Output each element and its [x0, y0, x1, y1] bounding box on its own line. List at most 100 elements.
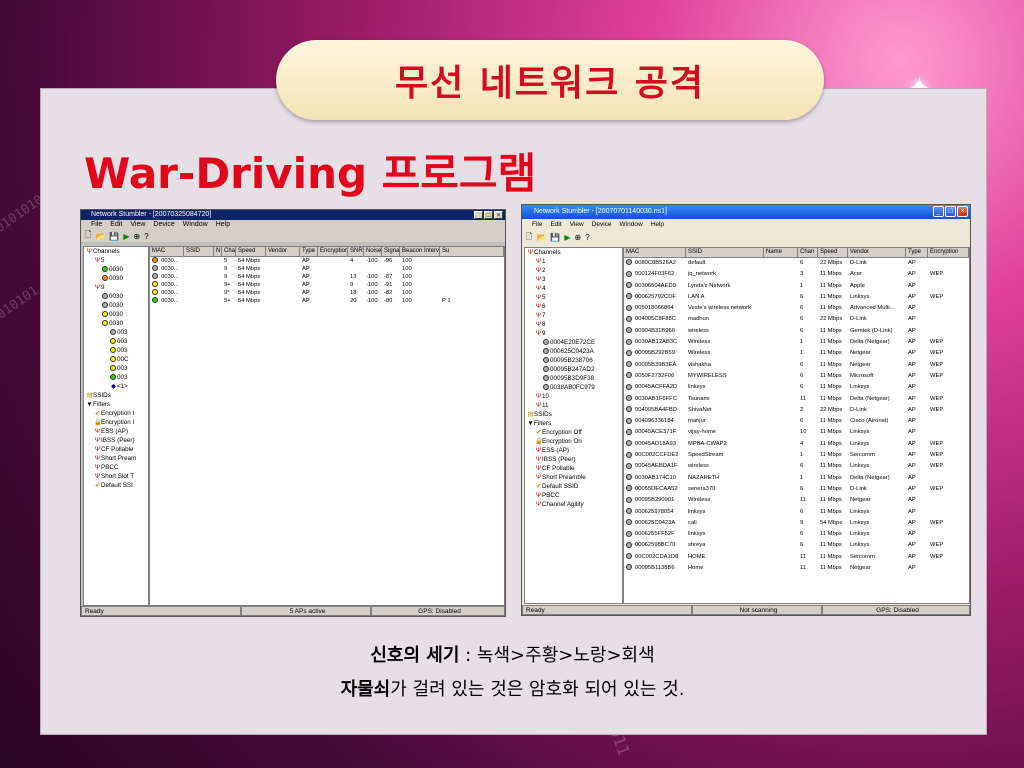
maximize-button[interactable]: □ [945, 206, 956, 217]
table-row[interactable]: 0030AB174C10 NAZARETH 1 11 Mbps Delta (Netge… [624, 473, 969, 484]
column-header[interactable]: Speed [818, 248, 848, 257]
tree-item[interactable]: Ψ9 [84, 283, 148, 292]
save-icon[interactable]: 💾 [550, 233, 560, 242]
tree-item[interactable]: ΨCF Pollable [84, 445, 148, 454]
close-button[interactable]: × [494, 211, 503, 219]
play-icon[interactable]: ▶ [564, 233, 570, 242]
column-header[interactable]: SSID [686, 248, 764, 257]
tree-item[interactable]: 003 [84, 337, 148, 346]
column-header[interactable]: Encryption [928, 248, 969, 257]
tree-item[interactable]: Ψ4 [525, 284, 622, 293]
column-header[interactable]: Speed [236, 247, 266, 256]
tree-item[interactable]: 00C [84, 355, 148, 364]
table-row[interactable]: 00045ACE371F vijay-home 10 11 Mbps Linksys AP [624, 427, 969, 438]
tree-item[interactable]: ▼Filters [525, 419, 622, 428]
open-folder-icon[interactable]: 📂 [95, 232, 105, 241]
tree-item[interactable]: ✔Default SSID [525, 482, 622, 491]
table-row[interactable]: 00095B290901 Wireless 11 11 Mbps Netgear AP [624, 495, 969, 506]
table-row[interactable]: 004005C8F88C madhun 6 22 Mbps D-Link AP [624, 314, 969, 325]
maximize-button[interactable]: □ [484, 211, 493, 219]
tree-item[interactable]: Ψ7 [525, 311, 622, 320]
tree-item[interactable]: ΨIBSS (Peer) [525, 455, 622, 464]
table-row[interactable]: 000625978054 linksys 6 11 Mbps Linksys AP [624, 507, 969, 518]
column-header[interactable]: Su [440, 247, 504, 256]
table-row[interactable]: 00306504AED9 Lynda's Network 1 11 Mbps Apple… [624, 281, 969, 292]
tree-item[interactable]: 0004E20E72CE [525, 338, 622, 347]
tree-item[interactable]: Ψ1 [525, 257, 622, 266]
tree-item[interactable]: ΨPBCC [84, 463, 148, 472]
menu-item[interactable]: View [130, 220, 145, 230]
tree-item[interactable]: Ψ11 [525, 401, 622, 410]
tree-item[interactable]: Ψ2 [525, 266, 622, 275]
tree-item[interactable]: ◆<1> [84, 382, 148, 391]
tree-item[interactable]: Ψ10 [525, 392, 622, 401]
menu-item[interactable]: Device [153, 220, 174, 230]
tree-item[interactable]: ▼Filters [84, 400, 148, 409]
minimize-button[interactable]: _ [933, 206, 944, 217]
tree-item[interactable]: 🔒Encryption I [84, 418, 148, 427]
table-row[interactable]: 0030AB1F6FFC Tsunami 11 11 Mbps Delta (Netge… [624, 394, 969, 405]
tree-item[interactable]: Ψ3 [525, 275, 622, 284]
tree-item[interactable]: ΨChannels [84, 247, 148, 256]
column-header[interactable]: Chan [222, 247, 236, 256]
table-row[interactable]: 00045AD18A93 MPBA-CWAP2 4 11 Mbps Linksys AP W… [624, 439, 969, 450]
menu-item[interactable]: Help [216, 220, 230, 230]
tree-item[interactable]: 00095B247AD2 [525, 365, 622, 374]
table-row[interactable]: 0030... 5+ 54 Mbps AP 20 -100 -80 100 P 1 [150, 297, 504, 305]
table-row[interactable]: 0006255FF52F linksys 6 11 Mbps Linksys AP [624, 529, 969, 540]
tree-item[interactable]: Ψ5 [84, 256, 148, 265]
table-row[interactable]: 0030AB12AB3C Wireless 1 11 Mbps Delta (Netge… [624, 337, 969, 348]
tree-item[interactable]: 00095B238706 [525, 356, 622, 365]
tree-item[interactable]: Ψ8 [525, 320, 622, 329]
menu-item[interactable]: File [91, 220, 102, 230]
table-row[interactable]: 00095B39B3EA vishakha 6 11 Mbps Netgear AP WEP [624, 360, 969, 371]
tree-item[interactable]: ΨShort Slot T [84, 472, 148, 481]
tree-item[interactable]: ✔Encryption I [84, 409, 148, 418]
minimize-button[interactable]: _ [474, 211, 483, 219]
tree-item[interactable]: 003 [84, 346, 148, 355]
table-row[interactable]: 004005BA4FBD ShivaNet 2 22 Mbps D-Link AP WEP [624, 405, 969, 416]
network-list[interactable]: MAC SSID Name Chan Speed Vendor Type Encryption… [623, 247, 970, 604]
tree-item[interactable]: ΨESS (AP) [84, 427, 148, 436]
column-header[interactable]: Beacon Interval [400, 247, 440, 256]
column-header[interactable]: Type [300, 247, 318, 256]
menu-item[interactable]: File [532, 219, 542, 230]
table-row[interactable]: 004096336184 manjur 6 11 Mbps Cisco (Aironet… [624, 416, 969, 427]
column-header[interactable]: Noise [364, 247, 382, 256]
close-button[interactable]: × [957, 206, 968, 217]
tree-item[interactable]: 0030 [84, 274, 148, 283]
tree-item[interactable]: ΨESS (AP) [525, 446, 622, 455]
column-header[interactable]: Vendor [848, 248, 906, 257]
menu-item[interactable]: Device [592, 219, 612, 230]
column-header[interactable]: SSID [184, 247, 214, 256]
tree-item[interactable]: ▤SSIDs [84, 391, 148, 400]
open-folder-icon[interactable]: 📂 [536, 233, 546, 242]
tree-item[interactable]: 0030 [84, 292, 148, 301]
tree-item[interactable]: ΨIBSS (Peer) [84, 436, 148, 445]
column-header[interactable]: Type [906, 248, 928, 257]
zoom-icon[interactable]: ⊕ [134, 232, 141, 241]
tree-item[interactable]: ΨShort Pream [84, 454, 148, 463]
menu-item[interactable]: Edit [110, 220, 122, 230]
table-row[interactable]: 00C002CCFDE2 SpeedStream 1 11 Mbps Sercomm AP… [624, 450, 969, 461]
table-row[interactable]: 00C002CDA1D8 HOME 11 11 Mbps Sercomm AP WEP [624, 552, 969, 563]
network-list[interactable]: MACSSIDNChanSpeedVendorTypeEncryptionSNR… [149, 246, 505, 606]
menu-item[interactable]: Edit [550, 219, 561, 230]
table-row[interactable]: 00045AEBDA1F wireless 6 11 Mbps Linksys AP WEP [624, 461, 969, 472]
new-file-icon[interactable]: 🗋 [85, 229, 91, 243]
tree-pane[interactable]: ΨChannels Ψ5 0030 0030 Ψ9 0030 0030 0030 0030 003… [83, 246, 149, 606]
column-header[interactable]: Signal [382, 247, 400, 256]
table-row[interactable]: 0030... 9 54 Mbps AP 13 -100 -87 100 [150, 273, 504, 281]
window-titlebar[interactable]: Network Stumbler - [20070701140030.ns1] … [522, 205, 970, 219]
tree-item[interactable]: 003 [84, 364, 148, 373]
tree-item[interactable]: 0030 [84, 301, 148, 310]
tree-item[interactable]: ✔Encryption Off [525, 428, 622, 437]
tree-item[interactable]: ΨChannels [525, 248, 622, 257]
table-row[interactable]: 0080C8B526A2 default 6 22 Mbps D-Link AP [624, 258, 969, 269]
menu-item[interactable]: Window [620, 219, 643, 230]
tree-item[interactable]: 000625C0423A [525, 347, 622, 356]
tree-item[interactable]: Ψ9 [525, 329, 622, 338]
column-header[interactable]: SNR [348, 247, 364, 256]
zoom-icon[interactable]: ⊕ [575, 233, 582, 242]
table-row[interactable]: 000625C0423A cali 9 54 Mbps Linksys AP WEP [624, 518, 969, 529]
